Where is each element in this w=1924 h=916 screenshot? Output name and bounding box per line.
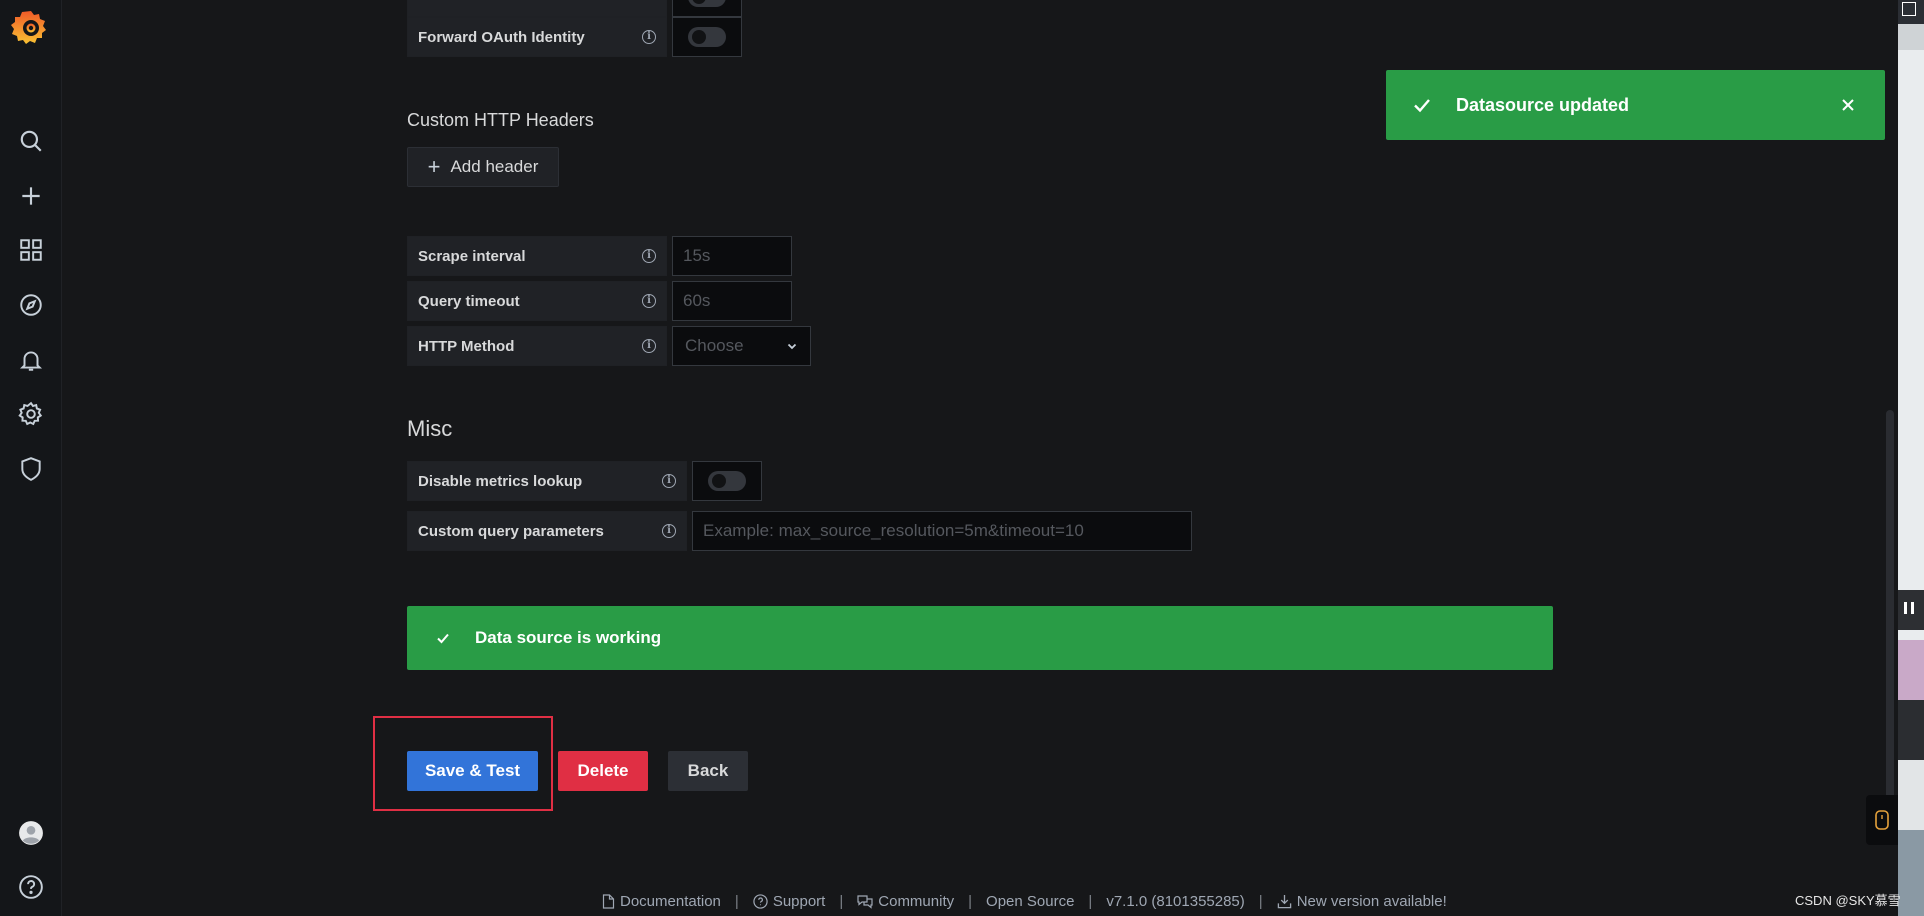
alerting-icon[interactable] — [0, 340, 62, 380]
info-icon[interactable]: i — [642, 339, 656, 353]
custom-query-row: Custom query parameters i Example: max_s… — [407, 511, 1192, 551]
grafana-logo-icon[interactable] — [0, 3, 62, 51]
custom-headers-title: Custom HTTP Headers — [407, 110, 594, 130]
disable-metrics-switch[interactable] — [692, 461, 762, 501]
help-icon[interactable] — [0, 867, 62, 907]
cut-off-setting-row — [407, 0, 742, 17]
back-button[interactable]: Back — [668, 751, 748, 791]
forward-oauth-label: Forward OAuth Identity i — [407, 17, 667, 57]
info-icon[interactable]: i — [662, 474, 676, 488]
forward-oauth-switch[interactable] — [672, 17, 742, 57]
save-test-button[interactable]: Save & Test — [407, 751, 538, 791]
main-content: Forward OAuth Identity i Custom HTTP Hea… — [62, 0, 1898, 916]
scrape-interval-input[interactable]: 15s — [672, 236, 792, 276]
window-icon — [1902, 2, 1916, 16]
scrollbar[interactable] — [1886, 410, 1894, 830]
sidebar — [0, 0, 62, 916]
documentation-link[interactable]: Documentation — [602, 893, 721, 910]
side-handle[interactable] — [1866, 795, 1898, 845]
shield-icon[interactable] — [0, 449, 62, 489]
version-label: v7.1.0 (8101355285) — [1106, 892, 1245, 910]
toast-notification: Datasource updated — [1386, 70, 1885, 140]
plus-icon[interactable] — [0, 176, 62, 216]
translate-icon — [1875, 810, 1889, 830]
watermark: CSDN @SKY慕雪 — [1795, 893, 1901, 908]
download-icon — [1277, 894, 1291, 908]
pause-icon[interactable] — [1898, 590, 1924, 630]
forward-oauth-row: Forward OAuth Identity i — [407, 17, 742, 57]
http-method-row: HTTP Method i Choose — [407, 326, 811, 366]
misc-title: Misc — [407, 416, 453, 441]
dashboards-icon[interactable] — [0, 230, 62, 270]
new-version-link[interactable]: New version available! — [1277, 893, 1447, 910]
question-icon — [753, 893, 768, 909]
info-icon[interactable]: i — [662, 524, 676, 538]
search-icon[interactable] — [0, 121, 62, 161]
custom-query-input[interactable]: Example: max_source_resolution=5m&timeou… — [692, 511, 1192, 551]
document-icon — [602, 893, 615, 909]
add-header-button[interactable]: + Add header — [407, 147, 559, 187]
avatar[interactable] — [0, 813, 62, 853]
delete-button[interactable]: Delete — [558, 751, 648, 791]
query-timeout-row: Query timeout i 60s — [407, 281, 792, 321]
info-icon[interactable]: i — [642, 249, 656, 263]
disable-metrics-row: Disable metrics lookup i — [407, 461, 762, 501]
scrape-interval-row: Scrape interval i 15s — [407, 236, 792, 276]
query-timeout-input[interactable]: 60s — [672, 281, 792, 321]
rewind-icon[interactable] — [1898, 700, 1924, 760]
open-source-link[interactable]: Open Source — [986, 893, 1074, 910]
comments-icon — [857, 894, 873, 909]
community-link[interactable]: Community — [857, 893, 954, 910]
check-icon — [437, 633, 449, 644]
info-icon[interactable]: i — [642, 294, 656, 308]
check-icon — [1414, 99, 1430, 113]
chevron-down-icon — [787, 343, 797, 350]
plus-icon: + — [427, 154, 441, 179]
info-icon[interactable]: i — [642, 30, 656, 44]
close-icon[interactable] — [1841, 98, 1855, 112]
thumbnail-icon — [1898, 24, 1924, 50]
success-alert: Data source is working — [407, 606, 1553, 670]
background-window-strip — [1898, 0, 1924, 916]
http-method-select[interactable]: Choose — [672, 326, 811, 366]
explore-icon[interactable] — [0, 285, 62, 325]
footer: Documentation | Support | Community | Op… — [602, 890, 1447, 912]
configuration-icon[interactable] — [0, 394, 62, 434]
support-link[interactable]: Support — [753, 893, 825, 910]
